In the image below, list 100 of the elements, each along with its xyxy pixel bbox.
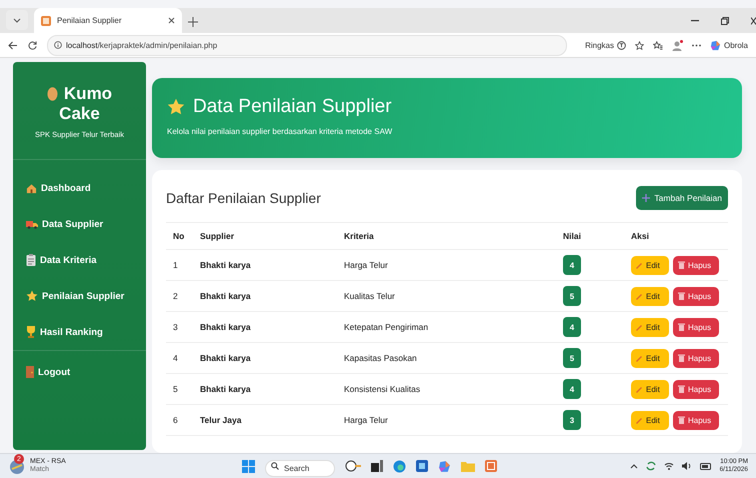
edit-button[interactable]: Edit (631, 286, 669, 306)
table-cell: Kualitas Telur (337, 280, 556, 312)
logout-link[interactable]: Logout (26, 354, 146, 390)
windows-start-icon[interactable] (242, 460, 255, 472)
sidebar-item-label: Data Kriteria (40, 254, 96, 266)
app-icon[interactable] (485, 460, 497, 472)
truck-icon (26, 219, 38, 229)
table-cell: Konsistensi Kualitas (337, 374, 556, 404)
trash-icon (678, 292, 685, 300)
sidebar-item[interactable]: Hasil Ranking (26, 314, 146, 350)
favorites-icon[interactable] (652, 40, 663, 50)
table-cell: Harga Telur (337, 404, 556, 436)
column-header: Kriteria (337, 222, 556, 250)
sidebar-item-label: Penilaian Supplier (42, 290, 124, 302)
sidebar-item-label: Data Supplier (42, 218, 104, 230)
house-icon (26, 182, 37, 194)
door-icon (26, 366, 34, 378)
table-cell: 6 (166, 404, 193, 436)
chevron-up-icon[interactable] (630, 464, 638, 468)
table-cell: Bhakti karya (193, 374, 337, 404)
score-badge: 4 (563, 379, 581, 399)
delete-button[interactable]: Hapus (673, 348, 719, 368)
profile-icon[interactable] (672, 40, 683, 50)
browser-tab[interactable]: Penilaian Supplier (34, 8, 182, 33)
pencil-icon (636, 292, 643, 300)
table-cell: 5 (166, 374, 193, 404)
copilot-icon (710, 40, 721, 50)
trash-icon (678, 416, 685, 424)
star-icon (167, 98, 185, 116)
table-cell: Bhakti karya (193, 342, 337, 374)
trash-icon (678, 354, 685, 362)
pencil-icon (636, 262, 643, 268)
sidebar-item[interactable]: Data Kriteria (26, 242, 146, 278)
url-text: localhost/kerjapraktek/admin/penilaian.php (66, 40, 218, 50)
edit-button[interactable]: Edit (631, 318, 669, 336)
table-cell: Ketepatan Pengiriman (337, 312, 556, 342)
sidebar-item[interactable]: Dashboard (26, 170, 146, 206)
plus-icon (642, 194, 650, 202)
egg-icon (46, 86, 58, 101)
delete-button[interactable]: Hapus (673, 256, 719, 274)
column-header: Nilai (556, 222, 624, 250)
table-cell: Bhakti karya (193, 312, 337, 342)
table-cell: Harga Telur (337, 250, 556, 280)
pencil-icon (636, 324, 643, 330)
sidebar-item-label: Hasil Ranking (40, 326, 103, 338)
search-field[interactable]: Search (265, 460, 335, 476)
copilot-button[interactable]: Obrola (710, 40, 748, 50)
back-icon[interactable] (8, 40, 18, 50)
close-icon[interactable] (168, 17, 175, 24)
edit-button[interactable]: Edit (631, 256, 669, 274)
delete-button[interactable]: Hapus (673, 318, 719, 336)
volume-icon[interactable] (682, 462, 692, 470)
pencil-icon (636, 386, 643, 392)
score-badge: 4 (563, 255, 581, 275)
copilot-icon[interactable] (438, 460, 451, 472)
more-icon[interactable] (692, 44, 701, 46)
delete-button[interactable]: Hapus (673, 286, 719, 306)
edit-button[interactable]: Edit (631, 380, 669, 398)
new-tab-icon[interactable] (188, 17, 198, 27)
clipboard-icon (26, 254, 36, 266)
table-cell: 3 (166, 312, 193, 342)
address-bar[interactable]: localhost/kerjapraktek/admin/penilaian.php (47, 34, 568, 56)
sidebar-item[interactable]: Penilaian Supplier (26, 278, 146, 314)
restore-icon[interactable] (721, 16, 729, 24)
brand-name: Kumo Cake (59, 84, 112, 123)
page-title: Data Penilaian Supplier (193, 96, 392, 118)
logout-label: Logout (38, 366, 70, 378)
store-icon[interactable] (416, 460, 428, 472)
add-button[interactable]: Tambah Penilaian (636, 186, 728, 210)
trophy-icon (26, 326, 36, 338)
column-header: No (166, 222, 193, 250)
score-badge: 4 (563, 317, 581, 337)
card-title: Daftar Penilaian Supplier (166, 190, 321, 206)
pencil-icon (636, 416, 643, 424)
info-icon (54, 41, 62, 49)
favorite-star-icon[interactable] (634, 40, 644, 50)
edit-button[interactable]: Edit (631, 348, 669, 368)
table-cell: Bhakti karya (193, 280, 337, 312)
battery-icon[interactable] (700, 462, 712, 470)
table-cell: Kapasitas Pasokan (337, 342, 556, 374)
delete-button[interactable]: Hapus (673, 380, 719, 398)
score-badge: 3 (563, 410, 581, 430)
minimize-icon[interactable] (691, 20, 699, 22)
wifi-icon[interactable] (664, 462, 674, 470)
star-icon (26, 290, 38, 302)
summary-button[interactable]: Ringkas (585, 40, 626, 50)
trash-icon (678, 323, 685, 331)
task-view-icon[interactable] (371, 460, 383, 472)
page-subtitle: Kelola nilai penilaian supplier berdasarkan kriteria metode SAW (167, 127, 394, 136)
delete-button[interactable]: Hapus (673, 410, 719, 430)
refresh-icon[interactable] (28, 40, 37, 50)
table-cell: 4 (166, 342, 193, 374)
sync-icon[interactable] (646, 461, 656, 471)
sidebar-item[interactable]: Data Supplier (26, 206, 146, 242)
edit-button[interactable]: Edit (631, 410, 669, 430)
table-cell: Bhakti karya (193, 250, 337, 280)
trash-icon (678, 261, 685, 269)
close-icon[interactable] (751, 16, 756, 24)
column-header: Aksi (624, 222, 728, 250)
table-cell: 1 (166, 250, 193, 280)
